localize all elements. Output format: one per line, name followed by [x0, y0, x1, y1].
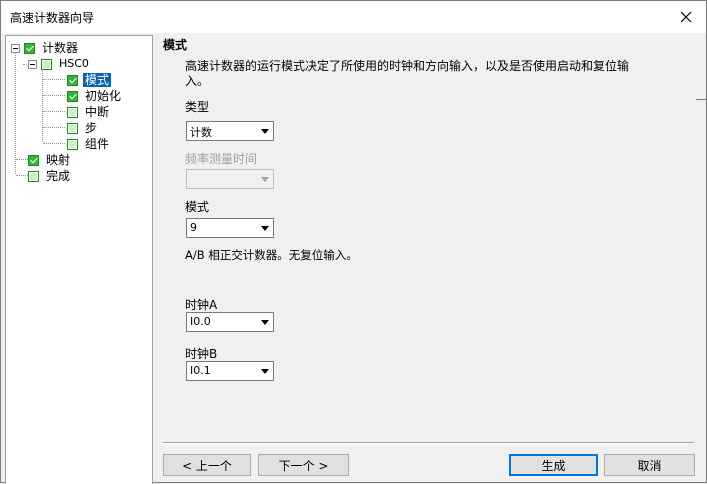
- mode-panel: 模式 高速计数器的运行模式决定了所使用的时钟和方向输入，以及是否使用启动和复位输…: [153, 35, 706, 484]
- collapse-icon[interactable]: [28, 59, 37, 69]
- tree-line: [43, 111, 65, 112]
- tree-line: [43, 79, 65, 80]
- button-separator: [163, 442, 694, 443]
- window-edge-mark: [696, 99, 707, 100]
- collapse-icon[interactable]: [11, 43, 20, 53]
- clock-b-label: 时钟B: [185, 347, 218, 361]
- clock-a-value: I0.0: [190, 315, 211, 328]
- tree-item-label: 步: [85, 121, 98, 135]
- checked-icon: [24, 42, 35, 54]
- tree-item-finish[interactable]: 完成: [28, 168, 72, 184]
- panel-heading: 模式: [163, 38, 188, 52]
- unchecked-icon: [67, 138, 78, 150]
- tree-line: [43, 127, 65, 128]
- clock-a-select[interactable]: I0.0: [186, 312, 274, 332]
- tree-item-label: 映射: [46, 153, 71, 167]
- unchecked-icon: [67, 106, 78, 118]
- tree-item-mode[interactable]: 模式: [67, 72, 112, 88]
- unchecked-icon: [28, 170, 39, 182]
- checked-icon: [67, 90, 78, 102]
- dropdown-arrow-icon[interactable]: [256, 122, 273, 140]
- tree-line: [43, 95, 65, 96]
- dropdown-arrow-icon[interactable]: [256, 219, 273, 237]
- tree-item-label: 中断: [85, 105, 110, 119]
- tree-item-label: 完成: [46, 169, 71, 183]
- unchecked-icon: [67, 122, 78, 134]
- clock-a-label: 时钟A: [185, 298, 218, 312]
- tree-line: [43, 143, 65, 144]
- tree-item-interrupt[interactable]: 中断: [67, 104, 111, 120]
- type-label: 类型: [185, 100, 210, 114]
- tree-item-label: 初始化: [85, 89, 122, 103]
- dropdown-arrow-icon[interactable]: [256, 170, 273, 188]
- tree-line: [42, 66, 43, 142]
- unchecked-icon: [41, 58, 52, 70]
- mode-label: 模式: [185, 200, 210, 214]
- type-value: 计数: [190, 126, 212, 139]
- tree-line: [16, 159, 28, 160]
- tree-item-counter[interactable]: 计数器: [11, 40, 80, 56]
- checked-icon: [28, 154, 39, 166]
- tree-item-hsc0[interactable]: HSC0: [28, 56, 91, 72]
- description-line-2: 入。: [185, 74, 210, 88]
- tree-item-label: 模式: [83, 73, 112, 87]
- tree-item-init[interactable]: 初始化: [67, 88, 123, 104]
- description-line-1: 高速计数器的运行模式决定了所使用的时钟和方向输入，以及是否使用启动和复位输: [185, 59, 630, 73]
- wizard-window: 高速计数器向导 计数器 HSC0 模式 初始化 中断 步 组件 映射 完成 模式…: [0, 0, 707, 484]
- close-icon: [680, 11, 692, 23]
- tree-item-label: 组件: [85, 137, 110, 151]
- close-button[interactable]: [666, 1, 706, 33]
- mode-value: 9: [190, 221, 197, 234]
- type-select[interactable]: 计数: [186, 121, 274, 141]
- dropdown-arrow-icon[interactable]: [256, 362, 273, 380]
- tree-item-step[interactable]: 步: [67, 120, 99, 136]
- tree-line: [15, 50, 16, 174]
- clock-b-value: I0.1: [190, 364, 211, 377]
- tree-item-mapping[interactable]: 映射: [28, 152, 72, 168]
- title-bar: 高速计数器向导: [1, 1, 706, 33]
- cancel-button[interactable]: 取消: [604, 454, 695, 476]
- window-title: 高速计数器向导: [10, 11, 95, 25]
- prev-button[interactable]: < 上一个: [163, 454, 251, 476]
- mode-info: A/B 相正交计数器。无复位输入。: [185, 248, 358, 262]
- clock-b-select[interactable]: I0.1: [186, 361, 274, 381]
- tree-item-label: 计数器: [42, 41, 79, 55]
- freq-time-select[interactable]: [186, 169, 274, 189]
- tree-item-component[interactable]: 组件: [67, 136, 111, 152]
- generate-button[interactable]: 生成: [509, 454, 598, 476]
- mode-select[interactable]: 9: [186, 218, 274, 238]
- checked-icon: [67, 74, 78, 86]
- freq-time-label: 频率测量时间: [185, 152, 258, 166]
- tree-item-label: HSC0: [59, 57, 89, 70]
- next-button[interactable]: 下一个 >: [258, 454, 349, 476]
- tree-line: [16, 175, 28, 176]
- dropdown-arrow-icon[interactable]: [256, 313, 273, 331]
- wizard-nav-tree: 计数器 HSC0 模式 初始化 中断 步 组件 映射 完成: [5, 35, 153, 484]
